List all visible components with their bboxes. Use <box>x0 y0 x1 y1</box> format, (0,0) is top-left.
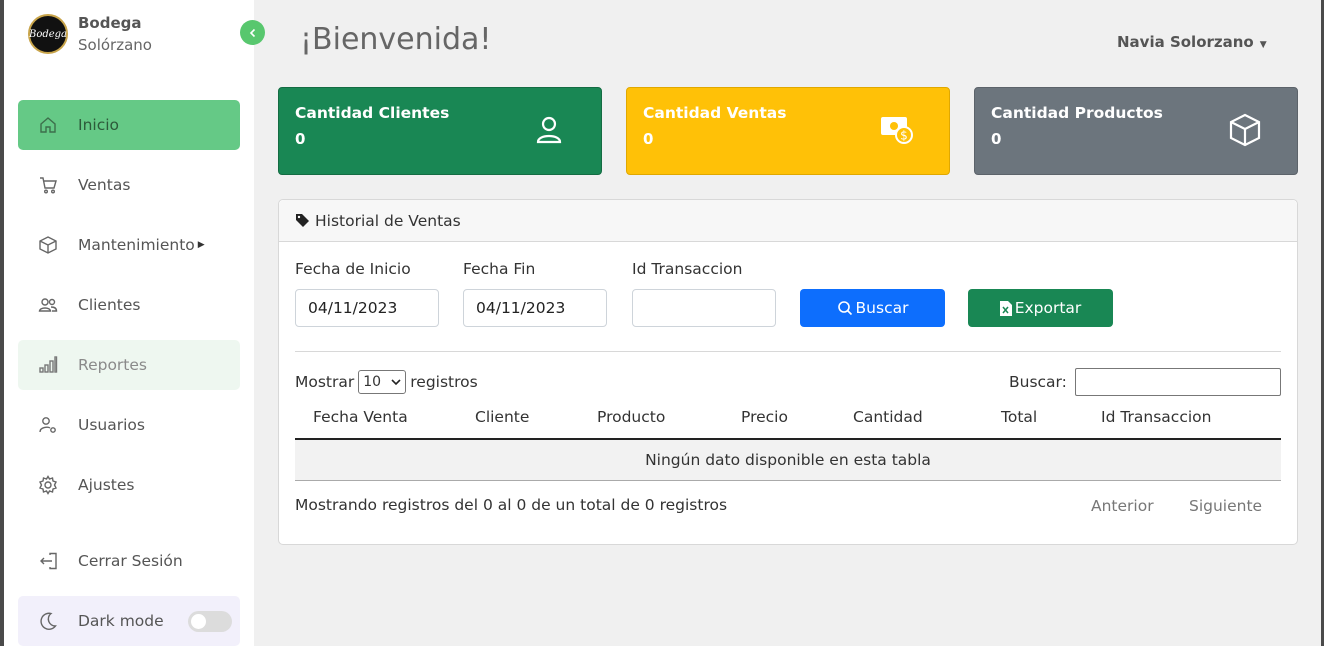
sidebar-item-label: Mantenimiento <box>78 236 195 254</box>
user-gear-icon <box>38 415 58 435</box>
sidebar-item-label: Inicio <box>78 116 120 134</box>
divider <box>295 351 1281 352</box>
transaction-id-label: Id Transaccion <box>632 260 743 278</box>
user-icon <box>536 116 562 144</box>
home-icon <box>38 115 58 135</box>
sidebar-item-ventas[interactable]: Ventas <box>18 160 240 210</box>
card-ventas: Cantidad Ventas 0 $ <box>626 87 950 175</box>
page-length-value: 10 <box>363 374 382 390</box>
user-menu[interactable]: Navia Solorzano ▼ <box>1117 33 1267 51</box>
column-header[interactable]: Cantidad <box>853 408 923 426</box>
column-header[interactable]: Id Transaccion <box>1101 408 1211 426</box>
chevron-left-icon <box>249 28 255 37</box>
table-info: Mostrando registros del 0 al 0 de un tot… <box>295 496 728 514</box>
svg-text:$: $ <box>900 129 908 143</box>
dark-mode-row: Dark mode <box>18 596 240 646</box>
card-clientes: Cantidad Clientes 0 <box>278 87 602 175</box>
users-icon <box>38 295 58 315</box>
sidebar-item-label: Clientes <box>78 296 141 314</box>
table-search-input[interactable] <box>1074 368 1281 396</box>
search-icon <box>837 300 853 316</box>
show-suffix: registros <box>410 373 478 391</box>
chart-icon <box>38 355 58 375</box>
next-page-button[interactable]: Siguiente <box>1189 497 1262 515</box>
logout-label: Cerrar Sesión <box>78 552 183 570</box>
brand[interactable]: Bodega Bodega Solórzano <box>28 12 152 56</box>
column-header[interactable]: Fecha Venta <box>313 408 408 426</box>
sidebar-item-ajustes[interactable]: Ajustes <box>18 460 240 510</box>
chevron-down-icon <box>391 378 401 385</box>
dark-mode-toggle[interactable] <box>188 611 232 632</box>
moon-icon <box>38 611 58 631</box>
box-icon <box>1229 113 1261 147</box>
brand-logo: Bodega <box>28 14 68 54</box>
export-button-label: Exportar <box>1014 299 1082 317</box>
sidebar-item-label: Usuarios <box>78 416 145 434</box>
cart-icon <box>38 175 58 195</box>
column-header[interactable]: Producto <box>597 408 665 426</box>
user-name: Navia Solorzano <box>1117 33 1254 51</box>
brand-name-line2: Solórzano <box>78 36 152 54</box>
end-date-input[interactable]: 04/11/2023 <box>463 289 607 327</box>
empty-message: Ningún dato disponible en esta tabla <box>645 451 931 469</box>
tag-icon <box>295 213 310 228</box>
panel-title: Historial de Ventas <box>315 211 461 230</box>
page-length-control: Mostrar 10 registros <box>295 370 478 394</box>
sidebar-item-label: Reportes <box>78 356 147 374</box>
table-search-label: Buscar: <box>1009 373 1067 391</box>
dark-mode-label: Dark mode <box>78 612 164 630</box>
start-date-label: Fecha de Inicio <box>295 260 411 278</box>
sidebar-item-usuarios[interactable]: Usuarios <box>18 400 240 450</box>
table-search: Buscar: <box>1009 368 1281 396</box>
column-header[interactable]: Total <box>1001 408 1037 426</box>
column-header[interactable]: Cliente <box>475 408 529 426</box>
box-icon <box>38 235 58 255</box>
transaction-id-input[interactable] <box>632 289 776 327</box>
caret-down-icon: ▼ <box>1259 40 1267 50</box>
sidebar-collapse-button[interactable] <box>240 20 265 45</box>
search-button-label: Buscar <box>855 299 909 317</box>
empty-table-row: Ningún dato disponible en esta tabla <box>295 440 1281 481</box>
sidebar-item-label: Ajustes <box>78 476 135 494</box>
app-frame: Bodega Bodega Solórzano Inicio Ventas Ma… <box>4 0 1321 646</box>
gear-icon <box>38 475 58 495</box>
panel-header: Historial de Ventas <box>279 200 1297 242</box>
brand-name-line1: Bodega <box>78 14 142 32</box>
start-date-input[interactable]: 04/11/2023 <box>295 289 439 327</box>
show-prefix: Mostrar <box>295 373 355 391</box>
sidebar-item-label: Ventas <box>78 176 131 194</box>
money-icon: $ <box>881 117 913 144</box>
sidebar-item-mantenimiento[interactable]: Mantenimiento ▶ <box>18 220 240 270</box>
excel-file-icon <box>999 300 1012 316</box>
search-button[interactable]: Buscar <box>800 289 945 327</box>
sidebar-item-inicio[interactable]: Inicio <box>18 100 240 150</box>
sidebar: Bodega Bodega Solórzano Inicio Ventas Ma… <box>4 0 254 646</box>
table-header: Fecha Venta Cliente Producto Precio Cant… <box>295 400 1281 440</box>
sales-history-panel: Historial de Ventas Fecha de Inicio Fech… <box>278 199 1298 545</box>
page-length-select[interactable]: 10 <box>358 370 407 394</box>
logout-icon <box>38 551 58 571</box>
sales-table: Fecha Venta Cliente Producto Precio Cant… <box>295 400 1281 481</box>
sidebar-item-reportes[interactable]: Reportes <box>18 340 240 390</box>
column-header[interactable]: Precio <box>741 408 788 426</box>
previous-page-button[interactable]: Anterior <box>1091 497 1154 515</box>
card-productos: Cantidad Productos 0 <box>974 87 1298 175</box>
page-title: ¡Bienvenida! <box>300 22 492 57</box>
caret-right-icon: ▶ <box>197 240 205 250</box>
export-button[interactable]: Exportar <box>968 289 1113 327</box>
end-date-label: Fecha Fin <box>463 260 536 278</box>
logout-button[interactable]: Cerrar Sesión <box>18 536 240 586</box>
sidebar-item-clientes[interactable]: Clientes <box>18 280 240 330</box>
